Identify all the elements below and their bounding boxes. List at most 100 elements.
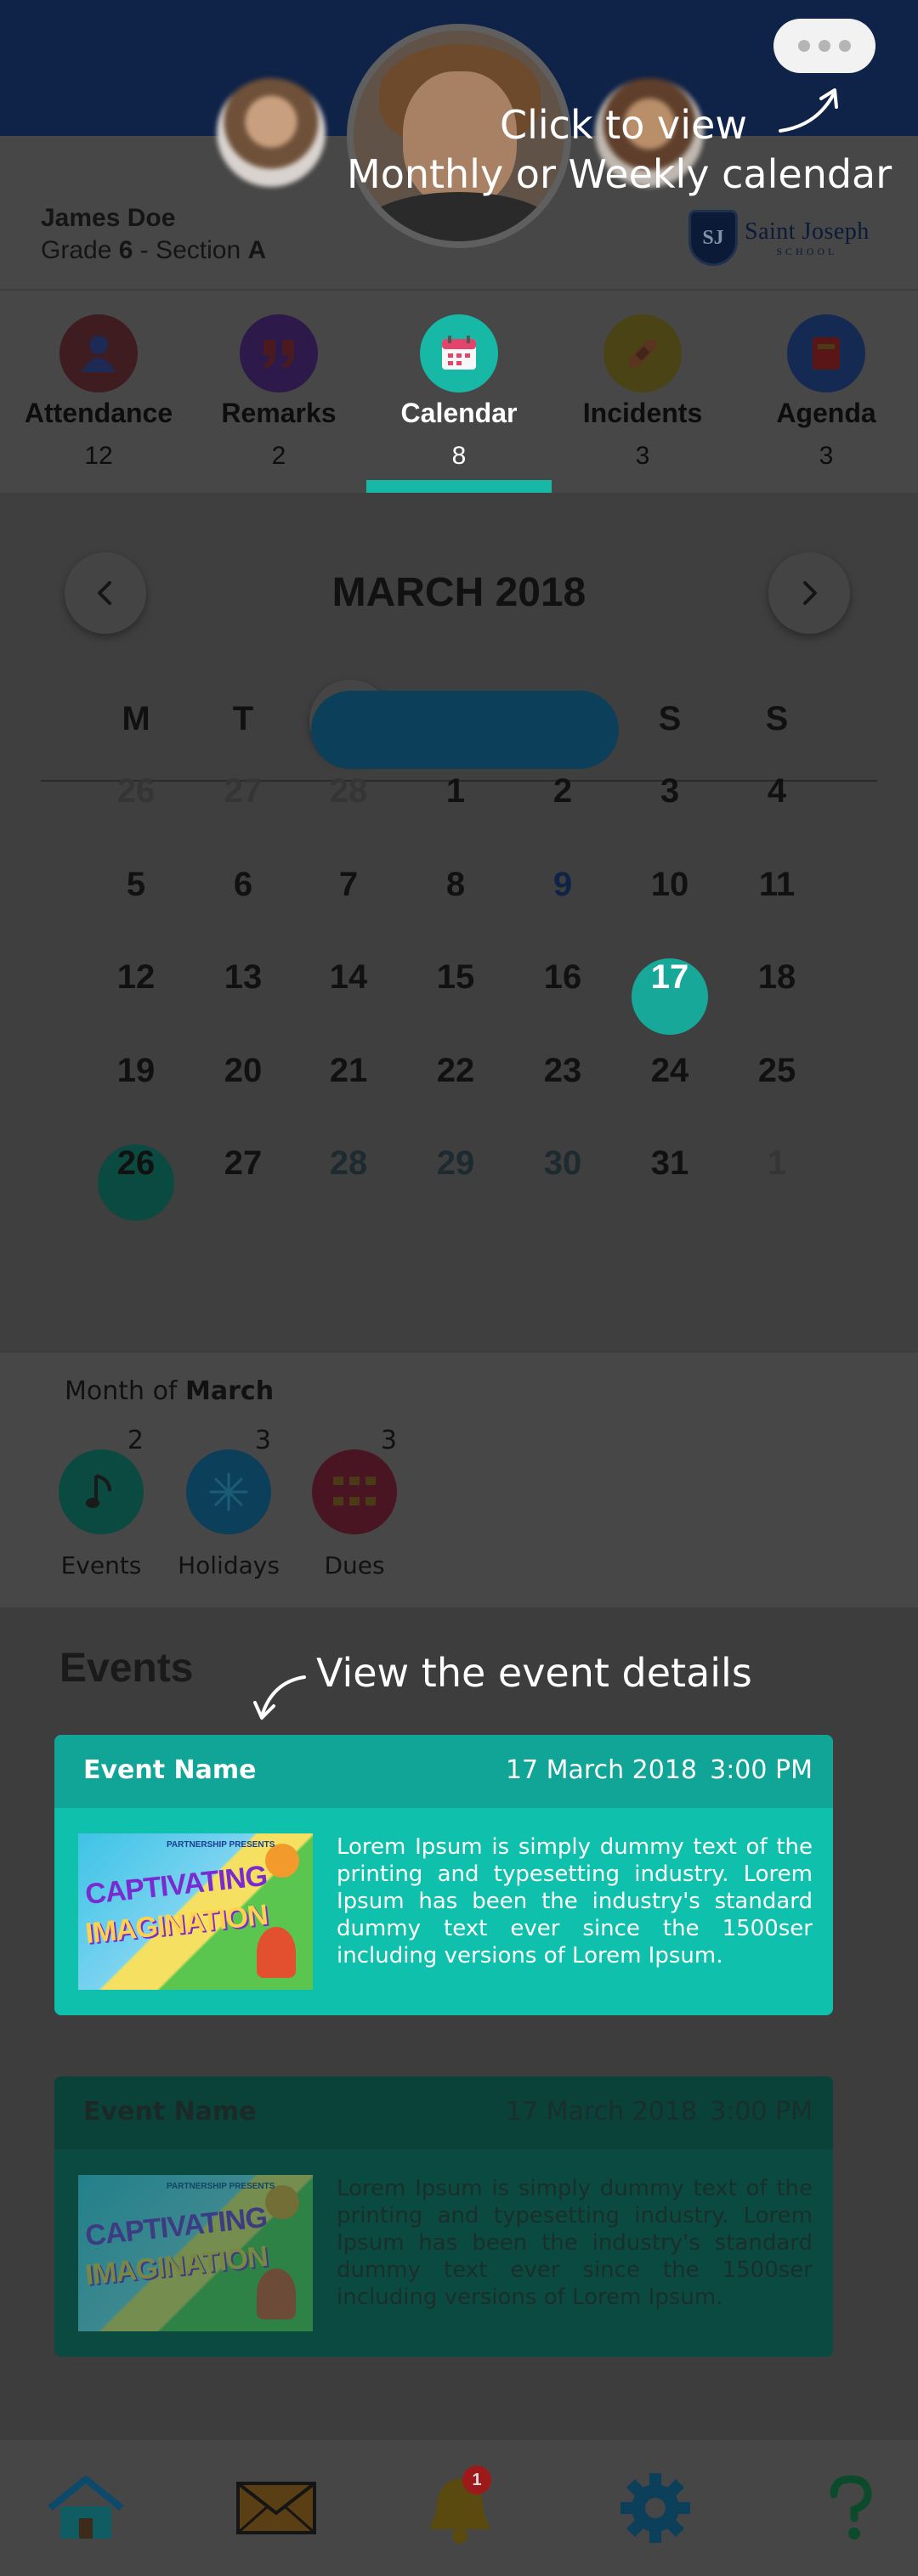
home-icon (48, 2476, 124, 2539)
calendar-day[interactable]: 24 (627, 1052, 712, 1128)
book-icon (787, 314, 865, 393)
calendar-day[interactable]: 14 (306, 958, 391, 1035)
summary-label: Dues (324, 1551, 385, 1579)
calendar-day[interactable]: 3 (627, 772, 712, 849)
tab-label: Attendance (24, 398, 173, 428)
calendar-day[interactable]: 18 (734, 958, 819, 1035)
event-poster-image: PARTNERSHIP PRESENTS CAPTIVATING IMAGINA… (78, 2175, 313, 2331)
school-crest-icon: SJ (688, 210, 738, 266)
person-icon (60, 314, 138, 393)
grade-prefix: Grade (41, 236, 119, 264)
grid-icon: 3 (312, 1426, 397, 1534)
calendar-day[interactable]: 28 (306, 1144, 391, 1221)
tab-calendar[interactable]: Calendar 8 (367, 291, 551, 494)
calendar-view-more-button[interactable] (774, 19, 876, 73)
event-poster-image: PARTNERSHIP PRESENTS CAPTIVATING IMAGINA… (78, 1833, 313, 1990)
tip-arrow-icon (253, 1675, 306, 1720)
calendar-day[interactable]: 22 (413, 1052, 498, 1128)
event-name: Event Name (83, 2097, 257, 2127)
tab-label: Incidents (582, 398, 703, 428)
tab-count: 8 (451, 442, 467, 470)
event-card[interactable]: Event Name 17 March 2018 3:00 PM PARTNER… (54, 2076, 833, 2357)
dot-icon (798, 40, 810, 52)
calendar-day[interactable]: 29 (413, 1144, 498, 1221)
tab-remarks[interactable]: Remarks 2 (187, 291, 371, 494)
calendar-day[interactable]: 31 (627, 1144, 712, 1221)
event-time: 3:00 PM (710, 1755, 813, 1785)
calendar-day[interactable]: 21 (306, 1052, 391, 1128)
help-icon (830, 2475, 872, 2539)
calendar-day[interactable]: 1 (734, 1144, 819, 1221)
bottom-navigation: 1 (0, 2440, 918, 2576)
calendar-day[interactable]: 2 (520, 772, 605, 849)
calendar-day[interactable]: 8 (413, 866, 498, 942)
tab-attendance[interactable]: Attendance 12 (7, 291, 190, 494)
next-month-button[interactable] (768, 552, 850, 634)
calendar-view-tip-line2: Monthly or Weekly calendar (347, 151, 892, 197)
calendar-day[interactable]: 23 (520, 1052, 605, 1128)
calendar-day[interactable]: 9 (520, 866, 605, 942)
calendar-day[interactable]: 7 (306, 866, 391, 942)
tab-incidents[interactable]: Incidents 3 (551, 291, 734, 494)
calendar-day[interactable]: 6 (201, 866, 286, 942)
calendar-day[interactable]: 11 (734, 866, 819, 942)
notification-badge: 1 (462, 2466, 491, 2494)
quote-icon (240, 314, 318, 393)
summary-holidays[interactable]: 3 Holidays (173, 1426, 284, 1579)
summary-label: Events (60, 1551, 142, 1579)
month-summary-prefix: Month of (65, 1376, 186, 1406)
calendar-day[interactable]: 27 (201, 1144, 286, 1221)
mail-icon (236, 2482, 316, 2534)
month-summary-title: Month of March (65, 1376, 274, 1406)
nav-messages[interactable] (230, 2466, 323, 2551)
event-card[interactable]: Event Name 17 March 2018 3:00 PM PARTNER… (54, 1735, 833, 2015)
bandage-icon (604, 314, 682, 393)
sibling-avatar-left[interactable] (217, 78, 326, 187)
nav-home[interactable] (39, 2466, 133, 2551)
calendar-day[interactable]: 30 (520, 1144, 605, 1221)
month-summary: Month of March 2 Events 3 Holidays 3 Due… (0, 1353, 918, 1607)
calendar-day[interactable]: 4 (734, 772, 819, 849)
event-description: Lorem Ipsum is simply dummy text of the … (337, 2176, 813, 2310)
calendar-day[interactable]: 15 (413, 958, 498, 1035)
tab-count: 3 (819, 442, 834, 470)
calendar-day[interactable]: 5 (94, 866, 178, 942)
poster-character (257, 1927, 296, 1978)
tab-count: 2 (271, 442, 286, 470)
poster-subtitle: PARTNERSHIP PRESENTS (167, 2182, 275, 2191)
summary-count: 2 (127, 1426, 144, 1455)
calendar-day[interactable]: 12 (94, 958, 178, 1035)
school-subtitle: SCHOOL (776, 245, 838, 257)
calendar-day[interactable]: 25 (734, 1052, 819, 1128)
event-date: 17 March 2018 (505, 2097, 697, 2127)
calendar-day[interactable]: 26 (94, 772, 178, 849)
summary-dues[interactable]: 3 Dues (299, 1426, 410, 1579)
nav-notifications[interactable]: 1 (413, 2466, 507, 2551)
tab-label: Calendar (400, 398, 518, 428)
nav-settings[interactable] (609, 2466, 702, 2551)
event-name: Event Name (83, 1755, 257, 1785)
calendar-day[interactable]: 27 (201, 772, 286, 849)
calendar-day[interactable]: 19 (94, 1052, 178, 1128)
school-logo: SJ Saint Joseph SCHOOL (688, 208, 884, 268)
calendar-day[interactable]: 26 (94, 1144, 178, 1221)
calendar-day[interactable]: 17 (627, 958, 712, 1035)
calendar-day[interactable]: 20 (201, 1052, 286, 1128)
avatar-shirt (360, 192, 558, 241)
tab-agenda[interactable]: Agenda 3 (734, 291, 918, 494)
summary-events[interactable]: 2 Events (46, 1426, 156, 1579)
tab-label: Remarks (221, 398, 337, 428)
calendar-day[interactable]: 28 (306, 772, 391, 849)
calendar-day[interactable]: 10 (627, 866, 712, 942)
music-note-icon: 2 (59, 1426, 144, 1534)
weekday-label: S (765, 700, 789, 737)
calendar-day[interactable]: 16 (520, 958, 605, 1035)
section-prefix: - Section (133, 236, 248, 264)
calendar-day[interactable]: 1 (413, 772, 498, 849)
student-name: James Doe (41, 204, 176, 232)
calendar-day[interactable]: 13 (201, 958, 286, 1035)
dot-icon (819, 40, 830, 52)
nav-help[interactable] (804, 2466, 898, 2551)
day-number: 17 (650, 958, 689, 996)
tab-label: Agenda (776, 398, 876, 428)
